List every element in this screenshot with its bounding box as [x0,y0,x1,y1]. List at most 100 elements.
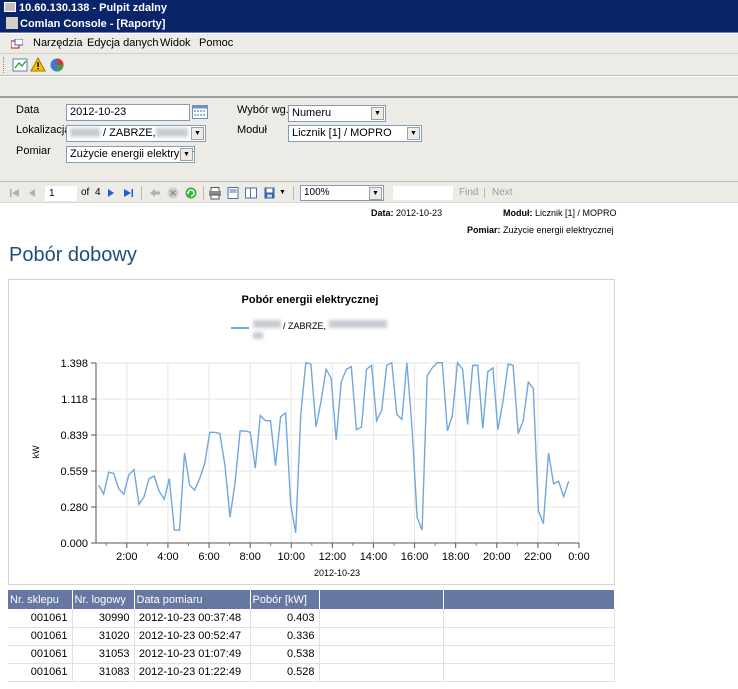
cell-log-number: 30990 [72,609,135,628]
report-navigation-bar: 1 of 4 ▼ 100% ▼ Find Next [0,181,738,203]
cell-log-number: 31053 [72,645,135,664]
cell-power: 0.336 [250,627,320,646]
table-header-row: Nr. sklepu Nr. logowy Data pomiaru Pobór… [8,590,615,609]
report-date: Data: 2012-10-23 [371,208,442,218]
report-date-label: Data: [371,208,394,218]
chart-container: Pobór energii elektrycznej / ZABRZE, 0.0… [8,279,615,585]
app-titlebar: Comlan Console - [Raporty] [0,16,738,33]
location-value: / ZABRZE, [100,127,156,139]
choice-dropdown-arrow[interactable]: ▼ [371,107,384,120]
zoom-value: 100% [304,187,330,198]
print-layout-icon[interactable] [226,186,240,200]
print-icon[interactable] [208,186,222,200]
calendar-icon[interactable] [192,105,208,119]
cell-empty [443,663,615,682]
y-tick-label: 1.118 [61,394,88,406]
cell-empty [443,627,615,646]
date-field[interactable]: 2012-10-23 [66,104,190,121]
cell-store-number: 001061 [8,645,73,664]
table-row[interactable]: 001061 30990 2012-10-23 00:37:48 0.403 [8,609,615,628]
parameters-panel: Data 2012-10-23 Lokalizacja / ZABRZE, ▼ P… [0,97,738,181]
y-tick-label: 0.280 [60,502,88,514]
refresh-icon[interactable] [184,186,198,200]
date-value: 2012-10-23 [70,106,127,118]
toolbar-grip[interactable] [3,57,5,73]
stop-icon[interactable] [166,186,180,200]
col-empty-2 [443,590,615,609]
cell-measure-date: 2012-10-23 01:07:49 [134,645,251,664]
report-module-label: Moduł: [503,208,533,218]
col-measure-date[interactable]: Data pomiaru [134,590,251,609]
choice-select[interactable]: Numeru ▼ [288,105,386,122]
module-select[interactable]: Licznik [1] / MOPRO ▼ [288,125,422,142]
table-row[interactable]: 001061 31020 2012-10-23 00:52:47 0.336 [8,627,615,646]
next-page-icon[interactable] [104,186,118,200]
chart-title: Pobór energii elektrycznej [242,294,379,306]
chart-grid [96,362,580,544]
app-title: Comlan Console - [Raporty] [20,18,166,30]
first-page-icon[interactable] [8,186,22,200]
y-tick-label: 0.000 [60,538,88,550]
x-tick-label: 14:00 [360,551,388,563]
remote-desktop-icon [4,2,16,12]
measure-dropdown-arrow[interactable]: ▼ [180,148,193,161]
col-store-number[interactable]: Nr. sklepu [8,590,73,609]
find-link[interactable]: Find [459,187,478,198]
col-log-number[interactable]: Nr. logowy [72,590,135,609]
zoom-dropdown-arrow[interactable]: ▼ [369,187,382,200]
cell-empty [443,609,615,628]
module-dropdown-arrow[interactable]: ▼ [407,127,420,140]
menu-edycja-danych[interactable]: Edycja danych [87,37,159,49]
export-dropdown-arrow[interactable]: ▼ [279,189,286,196]
menu-widok[interactable]: Widok [160,37,191,49]
cell-empty [443,645,615,664]
measure-select[interactable]: Zużycie energii elektrycznej ▼ [66,146,195,163]
menu-pomoc[interactable]: Pomoc [199,37,233,49]
x-tick-label: 6:00 [198,551,219,563]
x-tick-label: 22:00 [524,551,552,563]
pie-chart-icon[interactable] [49,57,65,73]
find-input[interactable] [392,185,454,201]
cell-store-number: 001061 [8,627,73,646]
x-tick-label: 12:00 [319,551,347,563]
x-tick-label: 18:00 [442,551,470,563]
location-redacted-2 [155,128,188,137]
cell-log-number: 31020 [72,627,135,646]
report-measure-value: Zużycie energii elektrycznej [503,225,614,235]
page-setup-icon[interactable] [244,186,258,200]
last-page-icon[interactable] [121,186,135,200]
choice-label: Wybór wg. [237,104,289,116]
main-toolbar [0,54,738,76]
back-icon[interactable] [148,186,162,200]
warning-icon[interactable] [30,57,46,73]
export-icon[interactable] [263,186,277,200]
module-value: Licznik [1] / MOPRO [292,127,392,139]
x-axis-label: 2012-10-23 [314,568,360,578]
col-power[interactable]: Pobór [kW] [250,590,320,609]
menu-narzedzia[interactable]: Narzędzia [33,37,83,49]
cell-measure-date: 2012-10-23 00:37:48 [134,609,251,628]
page-number-input[interactable]: 1 [45,186,77,201]
location-select[interactable]: / ZABRZE, ▼ [66,125,206,142]
measure-value: Zużycie energii elektrycznej [70,148,195,160]
zoom-select[interactable]: 100% ▼ [300,185,384,201]
cell-empty [319,609,444,628]
table-row[interactable]: 001061 31053 2012-10-23 01:07:49 0.538 [8,645,615,664]
mdi-window-icon[interactable] [11,39,23,49]
nav-separator [293,186,294,200]
measure-label: Pomiar [16,145,51,157]
x-tick-label: 16:00 [401,551,429,563]
cell-power: 0.538 [250,645,320,664]
next-link[interactable]: Next [492,187,513,198]
previous-page-icon[interactable] [25,186,39,200]
legend-redacted-2 [329,320,387,328]
report-title: Pobór dobowy [9,244,137,266]
line-chart: Pobór energii elektrycznej / ZABRZE, 0.0… [31,294,590,578]
chart-report-icon[interactable] [12,57,28,73]
table-row[interactable]: 001061 31083 2012-10-23 01:22:49 0.528 [8,663,615,682]
location-dropdown-arrow[interactable]: ▼ [191,127,204,140]
y-axis-label: kW [31,445,41,459]
cell-power: 0.528 [250,663,320,682]
cell-measure-date: 2012-10-23 00:52:47 [134,627,251,646]
cell-measure-date: 2012-10-23 01:22:49 [134,663,251,682]
